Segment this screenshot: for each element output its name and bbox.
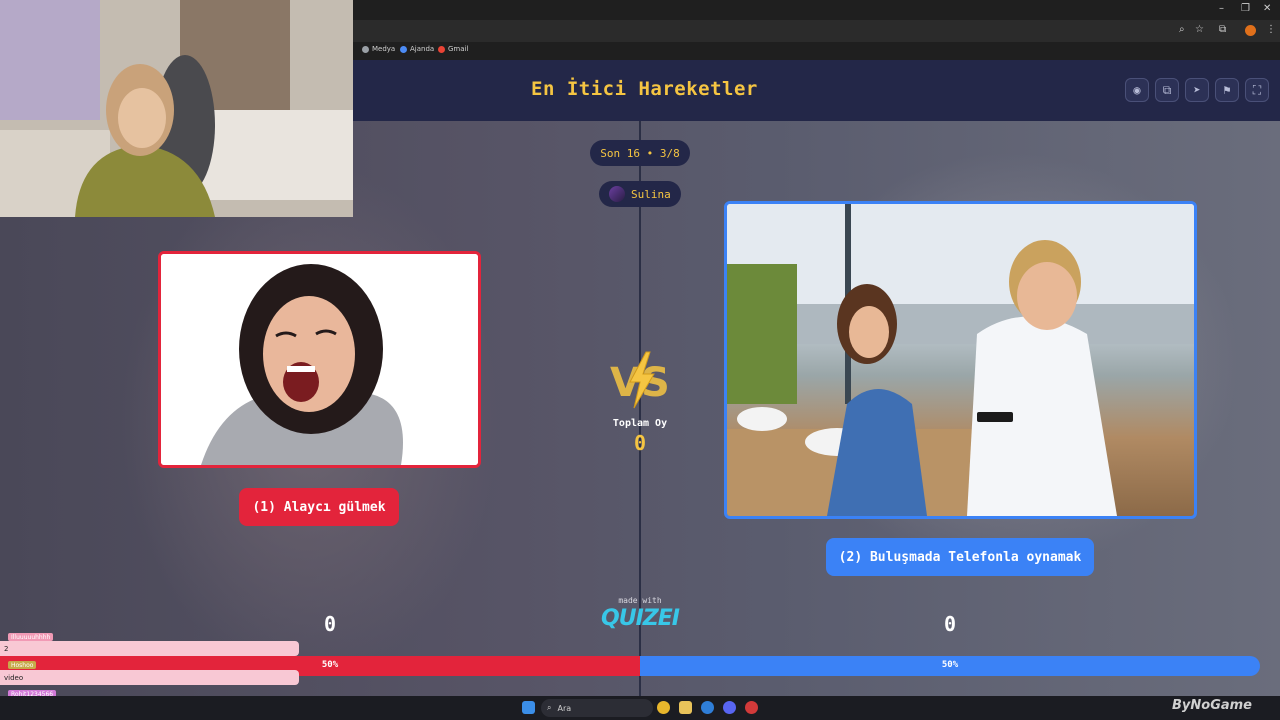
user-badge: Sulina (599, 181, 681, 207)
media-icon (362, 45, 369, 53)
date-phone-image (727, 204, 1194, 516)
minimize-icon[interactable]: – (1219, 3, 1224, 14)
taskbar-search-placeholder: Ara (557, 703, 572, 713)
taskbar-search[interactable]: ⌕ Ara (541, 699, 653, 717)
bookmark-gmail[interactable]: Gmail (438, 45, 468, 53)
quiz-title: En İtici Hareketler (531, 78, 758, 100)
bookmark-medya[interactable]: Medya (362, 45, 395, 53)
option-1-percent: 50% (321, 660, 339, 670)
quizei-logo[interactable]: QUIZEI (596, 606, 684, 631)
star-icon[interactable]: ☆ (1195, 24, 1204, 35)
streamer-webcam-image (0, 0, 353, 217)
share-icon[interactable]: ⧉ (1155, 78, 1179, 102)
send-icon[interactable]: ➤ (1185, 78, 1209, 102)
total-votes-label: Toplam Oy (612, 418, 668, 429)
bookmark-ajanda[interactable]: Ajanda (400, 45, 434, 53)
menu-icon[interactable]: ⋮ (1266, 24, 1276, 35)
close-icon[interactable]: ✕ (1263, 3, 1271, 14)
option-2-percent: 50% (941, 660, 959, 670)
webcam-overlay (0, 0, 353, 217)
gmail-icon (438, 45, 445, 53)
folder-icon[interactable] (679, 701, 692, 714)
total-votes-value: 0 (633, 431, 647, 455)
fullscreen-icon[interactable]: ⛶ (1245, 78, 1269, 102)
option-2-vote-count: 0 (943, 612, 957, 636)
option-1-image-card[interactable] (158, 251, 481, 468)
discord-icon[interactable] (723, 701, 736, 714)
eye-icon[interactable]: ◉ (1125, 78, 1149, 102)
option-1-vote-count: 0 (323, 612, 337, 636)
laughing-woman-image (161, 254, 478, 465)
chat-username-2: Hoshoo (8, 661, 37, 669)
app-icon[interactable] (701, 701, 714, 714)
extensions-icon[interactable]: ⧉ (1219, 24, 1226, 35)
chat-message-2: video (0, 670, 299, 685)
start-icon[interactable] (522, 701, 535, 714)
vs-lightning-icon: VS (610, 351, 670, 409)
option-1-button[interactable]: (1) Alaycı gülmek (239, 488, 399, 526)
flag-icon[interactable]: ⚑ (1215, 78, 1239, 102)
chrome-icon[interactable] (657, 701, 670, 714)
search-icon: ⌕ (547, 703, 552, 712)
made-with-label: made with (618, 596, 662, 605)
avatar (609, 186, 625, 202)
chat-message-1: 2 (0, 641, 299, 656)
profile-icon[interactable] (1245, 25, 1256, 36)
obs-icon[interactable] (745, 701, 758, 714)
chat-username-1: Illuuuuuhhhh (8, 633, 54, 641)
round-indicator: Son 16 • 3/8 (590, 140, 690, 166)
user-name: Sulina (631, 187, 671, 201)
calendar-icon (400, 45, 407, 53)
streamer-watermark: ByNoGame (1172, 698, 1252, 713)
option-2-image-card[interactable] (724, 201, 1197, 519)
zoom-icon[interactable]: ⌕ (1179, 24, 1185, 35)
restore-icon[interactable]: ❐ (1241, 3, 1250, 14)
option-2-button[interactable]: (2) Buluşmada Telefonla oynamak (826, 538, 1094, 576)
